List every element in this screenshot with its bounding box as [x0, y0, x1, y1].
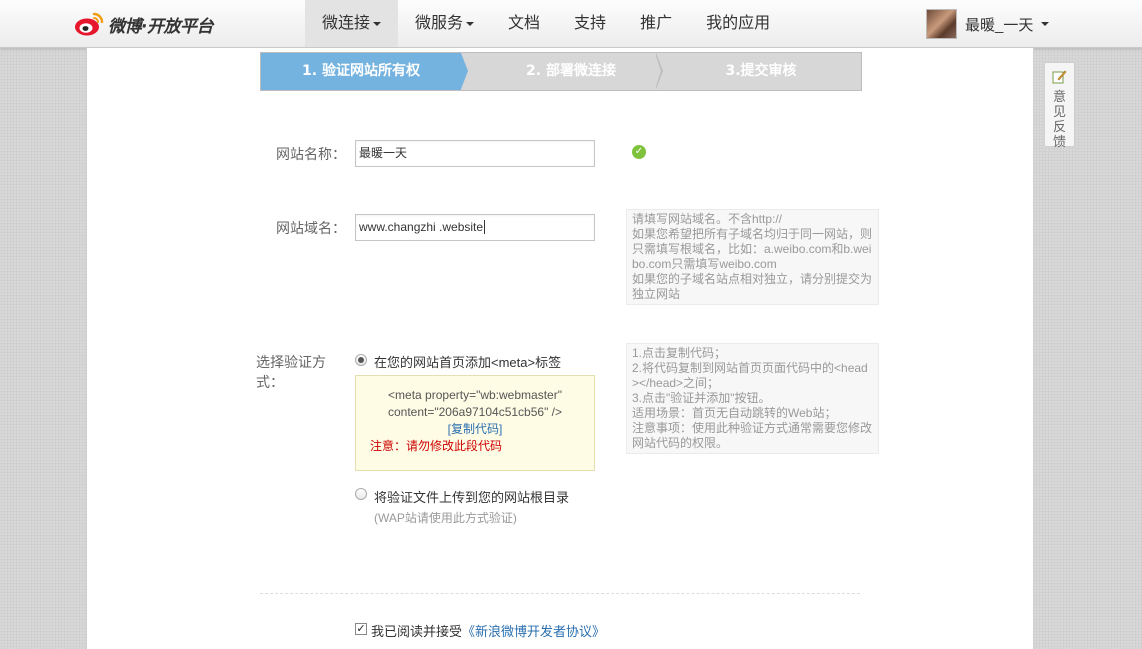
- site-domain-input[interactable]: www.changzhi .website: [355, 214, 595, 241]
- chevron-down-icon[interactable]: [1041, 22, 1050, 26]
- meta-code: <meta property="wb:webmaster" content="2…: [388, 388, 562, 419]
- site-name-input[interactable]: 最暖一天: [355, 140, 595, 167]
- divider: [260, 593, 860, 594]
- agreement-prefix: 我已阅读并接受: [371, 624, 463, 639]
- domain-tip-line: 如果您希望把所有子域名均归于同一网站，则只需填写根域名，比如：a.weibo.c…: [632, 227, 873, 271]
- chevron-down-icon: [373, 21, 382, 26]
- verify-tip-line: 2.将代码复制到网站首页页面代码中的<head></head>之间；: [632, 361, 868, 390]
- option-meta-tag-label[interactable]: 在您的网站首页添加<meta>标签: [374, 352, 561, 371]
- main-nav: 微连接 微服务 文档 支持 推广 我的应用: [305, 0, 787, 47]
- site-domain-value: www.changzhi .website: [359, 220, 484, 234]
- nav-docs[interactable]: 文档: [491, 0, 557, 47]
- verify-tip: 1.点击复制代码； 2.将代码复制到网站首页页面代码中的<head></head…: [626, 343, 879, 454]
- domain-tip-line: 请填写网站域名。不含http://: [632, 212, 783, 226]
- copy-code-link[interactable]: [复制代码]: [356, 421, 594, 438]
- developer-agreement-link[interactable]: 《新浪微博开发者协议》: [462, 624, 605, 639]
- text-cursor: [484, 220, 486, 234]
- verify-tip-line: 注意事项：使用此种验证方式通常需要您修改网站代码的权限。: [632, 421, 873, 450]
- site-name-label: 网站名称：: [276, 147, 346, 163]
- agreement-text: 我已阅读并接受《新浪微博开发者协议》: [371, 621, 605, 640]
- main-panel: [86, 48, 1034, 649]
- logo-text: 微博·开放平台: [108, 16, 213, 37]
- nav-label: 支持: [574, 15, 607, 32]
- verify-tip-line: 适用场景：首页无自动跳转的Web站；: [632, 406, 837, 420]
- nav-label: 微服务: [415, 15, 464, 32]
- option-upload-file-label[interactable]: 将验证文件上传到您的网站根目录: [374, 487, 569, 506]
- nav-label: 推广: [640, 15, 673, 32]
- feedback-button[interactable]: 意见反馈: [1044, 62, 1075, 149]
- nav-micro-service[interactable]: 微服务: [398, 0, 491, 47]
- verify-tip-line: 3.点击"验证并添加"按钮。: [632, 391, 771, 405]
- agreement-checkbox[interactable]: ✓: [355, 623, 367, 635]
- chevron-down-icon: [466, 21, 475, 26]
- nav-label: 微连接: [322, 15, 371, 32]
- feedback-label: 意见反馈: [1052, 89, 1066, 149]
- nav-my-apps[interactable]: 我的应用: [689, 0, 787, 47]
- step-submit-review: 3.提交审核: [725, 63, 797, 79]
- weibo-logo-icon: [75, 12, 104, 36]
- user-name[interactable]: 最暖_一天: [965, 14, 1033, 35]
- user-menu[interactable]: 最暖_一天: [926, 9, 1050, 39]
- nav-support[interactable]: 支持: [557, 0, 623, 47]
- meta-code-box: <meta property="wb:webmaster" content="2…: [355, 375, 595, 471]
- edit-icon: [1052, 70, 1067, 84]
- site-domain-label: 网站域名：: [276, 221, 346, 237]
- top-navbar: 微博·开放平台 微连接 微服务 文档 支持 推广 我的应用 最暖_一天: [0, 0, 1142, 48]
- radio-meta-tag[interactable]: [355, 354, 367, 366]
- verify-method-label: 选择验证方式：: [256, 355, 326, 391]
- domain-tip: 请填写网站域名。不含http:// 如果您希望把所有子域名均归于同一网站，则只需…: [626, 209, 879, 305]
- step-verify-ownership: 1. 验证网站所有权: [261, 53, 461, 90]
- avatar[interactable]: [926, 9, 957, 39]
- domain-tip-line: 如果您的子域名站点相对独立，请分别提交为独立网站: [632, 272, 873, 301]
- radio-upload-file[interactable]: [355, 488, 367, 500]
- option-upload-file-note: (WAP站请使用此方式验证): [374, 511, 517, 525]
- nav-promotion[interactable]: 推广: [623, 0, 689, 47]
- weibo-open-platform-logo[interactable]: 微博·开放平台: [74, 10, 213, 38]
- progress-steps: 1. 验证网站所有权 2. 部署微连接 3.提交审核: [260, 52, 862, 91]
- nav-micro-connect[interactable]: 微连接: [305, 0, 399, 47]
- check-icon: ✓: [632, 145, 646, 159]
- code-warning: 注意：请勿修改此段代码: [370, 439, 503, 453]
- nav-label: 我的应用: [706, 15, 771, 32]
- nav-label: 文档: [508, 15, 541, 32]
- step-deploy: 2. 部署微连接: [526, 63, 616, 79]
- verify-tip-line: 1.点击复制代码；: [632, 346, 727, 360]
